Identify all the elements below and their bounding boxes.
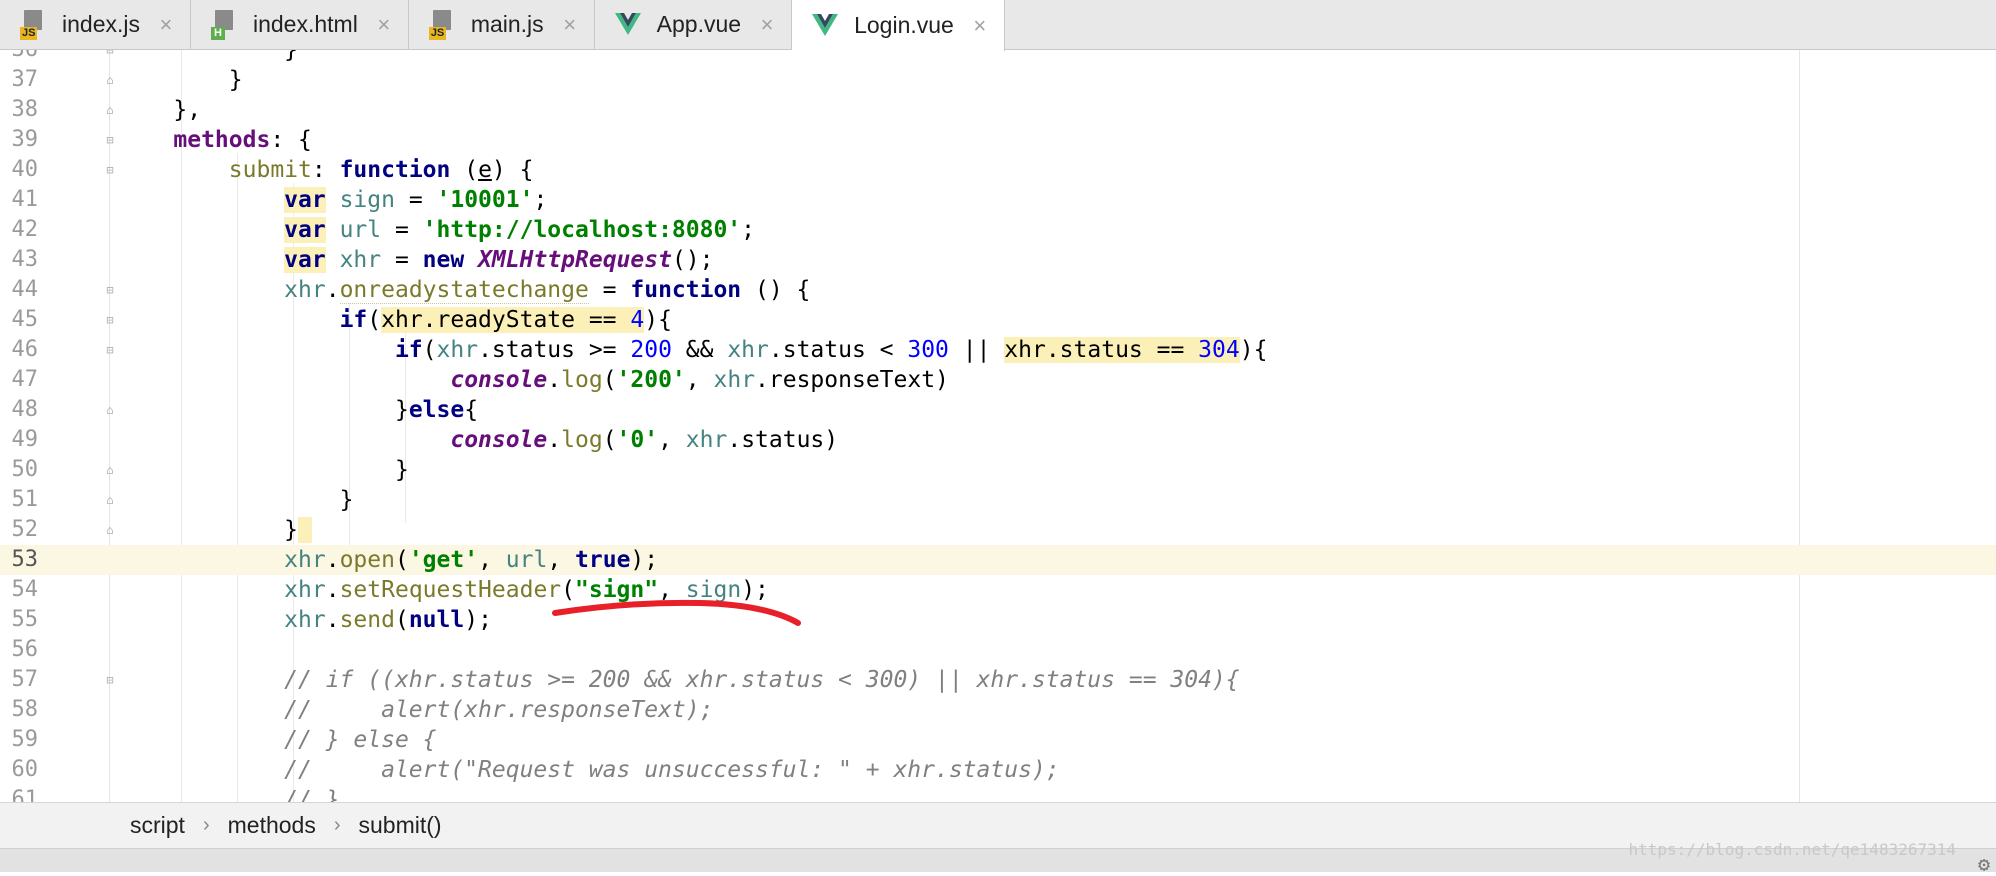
editor-tab-bar: JS index.js × H index.html × JS main.js … xyxy=(0,0,1996,51)
html-file-icon: H xyxy=(210,9,239,40)
code-editor[interactable]: 36 ⊟ } 37 ⌂ } 38 ⌂ }, 39 ⊟ methods: { 40… xyxy=(0,50,1996,802)
tab-app-vue[interactable]: App.vue × xyxy=(595,0,793,49)
close-icon[interactable]: × xyxy=(560,12,580,38)
tab-label: index.html xyxy=(252,11,358,37)
tab-label: Login.vue xyxy=(854,12,954,38)
breadcrumb-item-methods[interactable]: methods xyxy=(228,812,316,839)
tab-label: index.js xyxy=(62,11,140,37)
tab-index-js[interactable]: JS index.js × xyxy=(0,0,191,49)
close-icon[interactable]: × xyxy=(374,12,394,38)
breadcrumb-item-submit[interactable]: submit() xyxy=(359,812,442,839)
breadcrumb-item-script[interactable]: script xyxy=(130,812,185,839)
tab-main-js[interactable]: JS main.js × xyxy=(409,0,595,49)
watermark-text: https://blog.csdn.net/qe1483267314 xyxy=(1628,840,1956,859)
close-icon[interactable]: × xyxy=(156,12,176,38)
gear-icon[interactable]: ⚙ xyxy=(1978,852,1990,876)
js-file-icon: JS xyxy=(20,9,48,40)
vue-file-icon xyxy=(812,11,840,41)
vue-file-icon xyxy=(614,10,643,40)
tab-login-vue[interactable]: Login.vue × xyxy=(792,0,1005,51)
chevron-right-icon: › xyxy=(202,814,210,836)
tab-label: main.js xyxy=(470,11,544,37)
tab-label: App.vue xyxy=(656,11,742,37)
close-icon[interactable]: × xyxy=(970,13,990,39)
js-file-icon: JS xyxy=(428,9,457,40)
red-underline-annotation xyxy=(552,599,801,626)
chevron-right-icon: › xyxy=(333,814,341,836)
tab-index-html[interactable]: H index.html × xyxy=(191,0,409,49)
close-icon[interactable]: × xyxy=(757,12,777,38)
